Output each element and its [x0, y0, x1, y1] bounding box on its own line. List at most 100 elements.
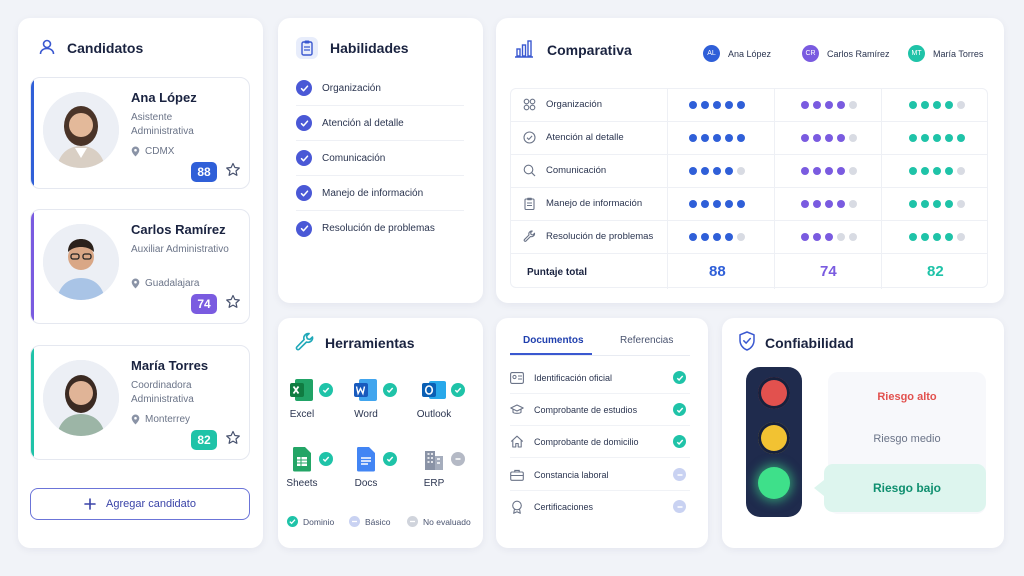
candidate-card-maria[interactable]: María Torres Coordinadora Administrativa… — [30, 345, 250, 460]
tools-legend-item: No evaluado — [407, 516, 471, 527]
rating-dot-filled — [701, 134, 709, 142]
rating-dot-filled — [813, 101, 821, 109]
tab-referencias[interactable]: Referencias — [620, 335, 673, 346]
wrench-icon — [295, 332, 315, 352]
candidate-card-carlos[interactable]: Carlos Ramírez Auxiliar Administrativo G… — [30, 209, 250, 324]
word-icon — [353, 377, 379, 403]
rating-dots — [801, 233, 857, 241]
docs-icon — [353, 446, 379, 472]
rating-dot-filled — [801, 101, 809, 109]
tool-label: Docs — [354, 478, 378, 489]
rating-dot-filled — [713, 200, 721, 208]
grid-icon — [523, 98, 536, 111]
location-pin-icon — [131, 146, 140, 157]
id-card-icon — [510, 371, 524, 384]
rating-dots — [801, 200, 857, 208]
minus-icon — [451, 452, 465, 466]
tools-title: Herramientas — [325, 335, 415, 351]
candidate-name: Carlos Ramírez — [131, 222, 226, 237]
row-label: Atención al detalle — [523, 131, 624, 144]
rating-dots — [689, 134, 745, 142]
avatar — [43, 224, 119, 300]
rating-dot-filled — [945, 167, 953, 175]
risk-high: Riesgo alto — [877, 391, 937, 403]
rating-dot-empty — [957, 101, 965, 109]
rating-dot-filled — [801, 233, 809, 241]
search-icon — [523, 164, 536, 177]
rating-dot-filled — [909, 200, 917, 208]
document-label: Comprobante de estudios — [534, 404, 638, 415]
rating-dot-filled — [725, 233, 733, 241]
star-icon[interactable] — [225, 162, 241, 178]
rating-dot-filled — [945, 101, 953, 109]
rating-dot-filled — [825, 233, 833, 241]
legend-item: AL Ana López — [703, 45, 771, 62]
comparison-row: Manejo de información — [511, 188, 987, 221]
rating-dot-filled — [689, 101, 697, 109]
rating-dot-filled — [801, 134, 809, 142]
building-icon — [421, 446, 447, 472]
green-light — [758, 467, 790, 499]
location-label: CDMX — [145, 146, 175, 157]
avatar — [43, 360, 119, 436]
legend-avatar: AL — [703, 45, 720, 62]
tool-label: Excel — [289, 409, 315, 420]
tool-excel: Excel — [277, 377, 333, 420]
tab-divider — [510, 355, 690, 356]
rating-dot-filled — [737, 134, 745, 142]
comparison-row: Atención al detalle — [511, 122, 987, 155]
rating-dot-empty — [849, 167, 857, 175]
rating-dot-filled — [689, 134, 697, 142]
score-badge: 74 — [191, 294, 217, 314]
document-label: Comprobante de domicilio — [534, 436, 639, 447]
document-item: Comprobante de estudios — [510, 394, 690, 426]
star-icon[interactable] — [225, 294, 241, 310]
comparison-title: Comparativa — [547, 42, 632, 58]
rating-dot-filled — [921, 167, 929, 175]
rating-dot-empty — [849, 200, 857, 208]
rating-dots — [909, 167, 965, 175]
candidate-role: Asistente Administrativa — [131, 112, 194, 137]
check-icon — [296, 150, 312, 166]
rating-dot-filled — [713, 167, 721, 175]
check-icon — [296, 185, 312, 201]
legend-item: MT María Torres — [908, 45, 983, 62]
skill-item: Resolución de problemas — [296, 211, 464, 246]
tool-label: ERP — [423, 478, 445, 489]
add-candidate-button[interactable]: Agregar candidato — [30, 488, 250, 520]
check-icon — [383, 383, 397, 397]
red-light — [758, 377, 790, 409]
rating-dot-filled — [921, 200, 929, 208]
rating-dot-filled — [725, 134, 733, 142]
document-item: Constancia laboral — [510, 459, 690, 491]
rating-dot-filled — [813, 134, 821, 142]
skills-title: Habilidades — [330, 40, 409, 56]
rating-dot-empty — [737, 167, 745, 175]
rating-dot-filled — [713, 101, 721, 109]
user-icon — [38, 38, 56, 56]
tool-docs: Docs — [341, 446, 397, 489]
skill-item: Comunicación — [296, 141, 464, 176]
plus-icon — [84, 498, 96, 510]
document-item: Comprobante de domicilio — [510, 426, 690, 458]
rating-dot-filled — [689, 200, 697, 208]
comparison-row: Organización — [511, 89, 987, 122]
pending-icon — [673, 500, 686, 513]
star-icon[interactable] — [225, 430, 241, 446]
rating-dot-filled — [725, 101, 733, 109]
candidate-location: Guadalajara — [131, 278, 199, 289]
skill-item: Atención al detalle — [296, 106, 464, 141]
check-icon — [673, 371, 686, 384]
candidate-card-ana[interactable]: Ana López Asistente Administrativa CDMX … — [30, 77, 250, 189]
score-badge: 82 — [191, 430, 217, 450]
yellow-light — [758, 422, 790, 454]
tools-panel — [278, 318, 483, 548]
rating-dot-empty — [737, 233, 745, 241]
rating-dots — [689, 101, 745, 109]
tool-outlook: Outlook — [409, 377, 465, 420]
legend-label: Básico — [365, 516, 391, 527]
outlook-icon — [421, 377, 447, 403]
row-label-text: Resolución de problemas — [546, 231, 654, 242]
tab-documentos[interactable]: Documentos — [523, 335, 584, 346]
rating-dot-filled — [825, 101, 833, 109]
